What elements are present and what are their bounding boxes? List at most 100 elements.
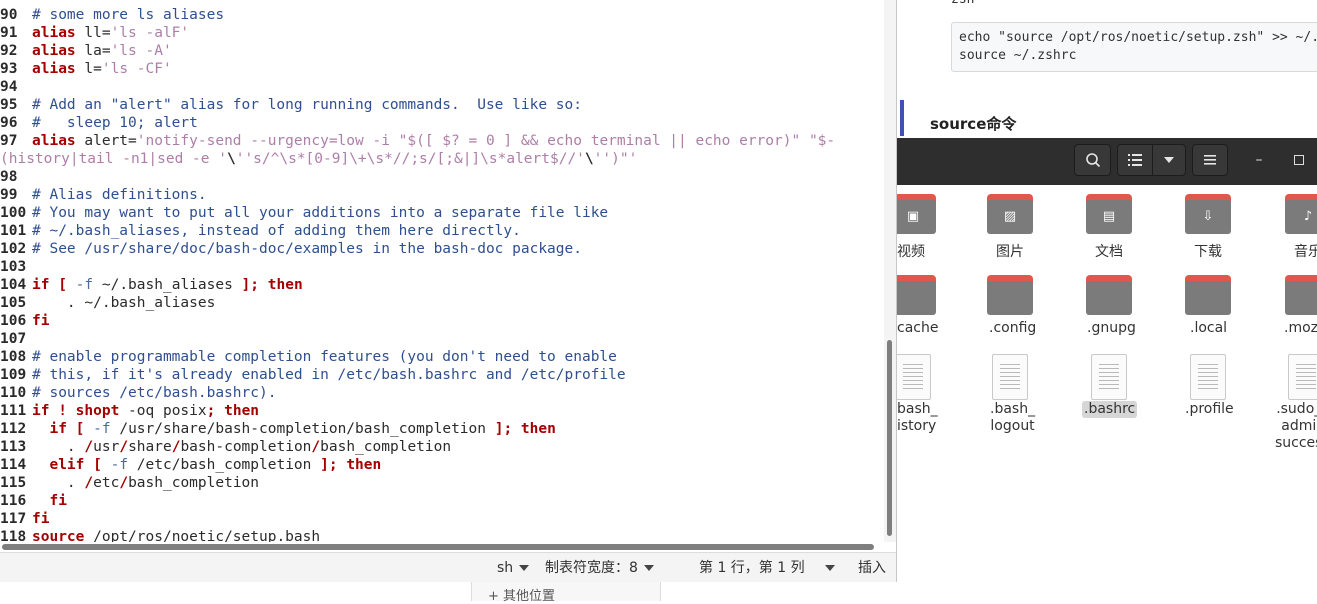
code-line: 99 # Alias definitions. <box>0 186 207 204</box>
folder-icon[interactable]: ▤ <box>1086 194 1132 234</box>
file-label[interactable]: .profile <box>1185 401 1234 418</box>
code-token: # some more ls aliases <box>32 7 225 23</box>
code-token: 'ls -A' <box>110 43 172 59</box>
line-number: 112 <box>0 421 27 437</box>
text-editor-window: 90 # some more ls aliases 91 alias ll='ls -… <box>0 0 897 582</box>
file-label[interactable]: .sudo_ admi succes <box>1275 401 1317 452</box>
menu-button[interactable] <box>1192 144 1228 176</box>
section-heading: source命令 <box>930 115 1017 133</box>
file-label[interactable]: .bash_ logout <box>990 401 1035 435</box>
folder-label[interactable]: 文档 <box>1095 244 1123 261</box>
file-label[interactable]: bash_ istory <box>897 401 938 435</box>
chevron-down-icon <box>519 565 530 571</box>
maximize-button[interactable] <box>1287 148 1311 172</box>
code-line: 106 fi <box>0 312 49 330</box>
minimize-button[interactable]: – <box>1247 148 1271 172</box>
folder-icon[interactable] <box>1285 275 1317 315</box>
code-token: alias <box>32 61 76 77</box>
cursor-position-selector[interactable]: 第 1 行，第 1 列 <box>699 559 835 577</box>
code-line: 92 alias la='ls -A' <box>0 42 172 60</box>
vertical-scrollbar-thumb[interactable] <box>887 340 892 536</box>
code-token: / <box>84 475 94 491</box>
code-token: fi <box>49 493 67 509</box>
insert-mode-indicator[interactable]: 插入 <box>858 559 886 577</box>
code-token: alias <box>32 43 76 59</box>
image-icon: ▨ <box>1003 209 1017 224</box>
search-button[interactable] <box>1074 144 1111 176</box>
code-token: # sleep 10; alert <box>32 115 198 131</box>
language-selector[interactable]: sh <box>497 559 530 577</box>
code-token: then <box>224 403 260 419</box>
code-token: ll= <box>75 25 111 41</box>
folder-label[interactable]: 音乐 <box>1294 244 1317 261</box>
folder-icon[interactable] <box>987 275 1033 315</box>
code-token: [ <box>93 457 102 473</box>
list-view-icon <box>1128 154 1142 166</box>
code-line: echo "source /opt/ros/noetic/setup.zsh" … <box>959 30 1317 45</box>
horizontal-scrollbar[interactable] <box>2 544 874 550</box>
code-line: 115 . /etc/bash_completion <box>0 474 259 492</box>
code-token: if <box>32 277 50 293</box>
code-token: -f <box>93 421 111 437</box>
download-icon: ⇩ <box>1202 209 1214 224</box>
file-icon[interactable] <box>1091 354 1127 400</box>
folder-label[interactable]: 下载 <box>1194 244 1222 261</box>
file-icon[interactable] <box>1190 354 1226 400</box>
folder-label[interactable]: .moz <box>1284 320 1317 337</box>
code-token: usr <box>93 439 120 455</box>
line-number: 92 <box>0 43 18 59</box>
code-view[interactable]: 90 # some more ls aliases 91 alias ll='ls -… <box>0 6 884 542</box>
code-line: 90 # some more ls aliases <box>0 6 224 24</box>
folder-icon[interactable] <box>1185 275 1231 315</box>
tab-width-selector[interactable]: 制表符宽度：8 <box>545 559 654 577</box>
code-token: /usr/share/bash-completion/bash_completi… <box>110 421 495 437</box>
file-label-selected[interactable]: .bashrc <box>1082 401 1138 418</box>
list-view-button[interactable] <box>1117 144 1153 176</box>
folder-icon[interactable]: ♪ <box>1285 194 1317 234</box>
code-line: 111 if ! shopt -oq posix; then <box>0 402 259 420</box>
code-token: then <box>267 277 303 293</box>
code-line: 118 source /opt/ros/noetic/setup.bash <box>0 528 320 542</box>
search-icon <box>1085 153 1100 168</box>
folder-label[interactable]: 图片 <box>996 244 1024 261</box>
folder-label[interactable]: 视频 <box>897 244 925 261</box>
folder-icon[interactable]: ⇩ <box>1185 194 1231 234</box>
file-icon[interactable] <box>895 354 931 400</box>
code-token: . <box>32 439 85 455</box>
line-number: 90 <box>0 7 18 23</box>
folder-label[interactable]: cache <box>897 320 938 337</box>
code-token: -oq posix <box>119 403 207 419</box>
folder-label[interactable]: .local <box>1190 320 1227 337</box>
folder-icon[interactable] <box>1086 275 1132 315</box>
code-line: 97 alias alert='notify-send --urgency=low… <box>0 132 835 150</box>
code-line: source ~/.zshrc <box>959 48 1077 63</box>
folder-icon[interactable]: ▨ <box>987 194 1033 234</box>
file-manager-headerbar: – <box>897 138 1317 185</box>
minimize-icon: – <box>1255 152 1263 168</box>
code-token: / <box>119 475 129 491</box>
folder-label[interactable]: .config <box>989 320 1036 337</box>
code-line: 96 # sleep 10; alert <box>0 114 198 132</box>
section-marker <box>900 100 904 136</box>
code-token: l= <box>75 61 102 77</box>
view-options-button[interactable] <box>1152 144 1186 176</box>
sidebar-item-other-places[interactable]: + 其他位置 <box>488 585 555 604</box>
folder-label[interactable]: .gnupg <box>1087 320 1136 337</box>
code-token: 'notify-send --urgency=low -i "$([ $? = … <box>136 133 836 149</box>
code-block: echo "source /opt/ros/noetic/setup.zsh" … <box>951 22 1317 72</box>
code-token: ]; <box>494 421 513 437</box>
line-number: 107 <box>0 331 27 347</box>
line-number: 106 <box>0 313 27 329</box>
line-number: 110 <box>0 385 27 401</box>
code-token: (history|tail -n1|sed -e ' <box>0 151 227 167</box>
file-icon[interactable] <box>1288 354 1317 400</box>
file-icon[interactable] <box>992 354 1028 400</box>
code-token: . ~/.bash_aliases <box>32 295 216 311</box>
line-number: 105 <box>0 295 27 311</box>
